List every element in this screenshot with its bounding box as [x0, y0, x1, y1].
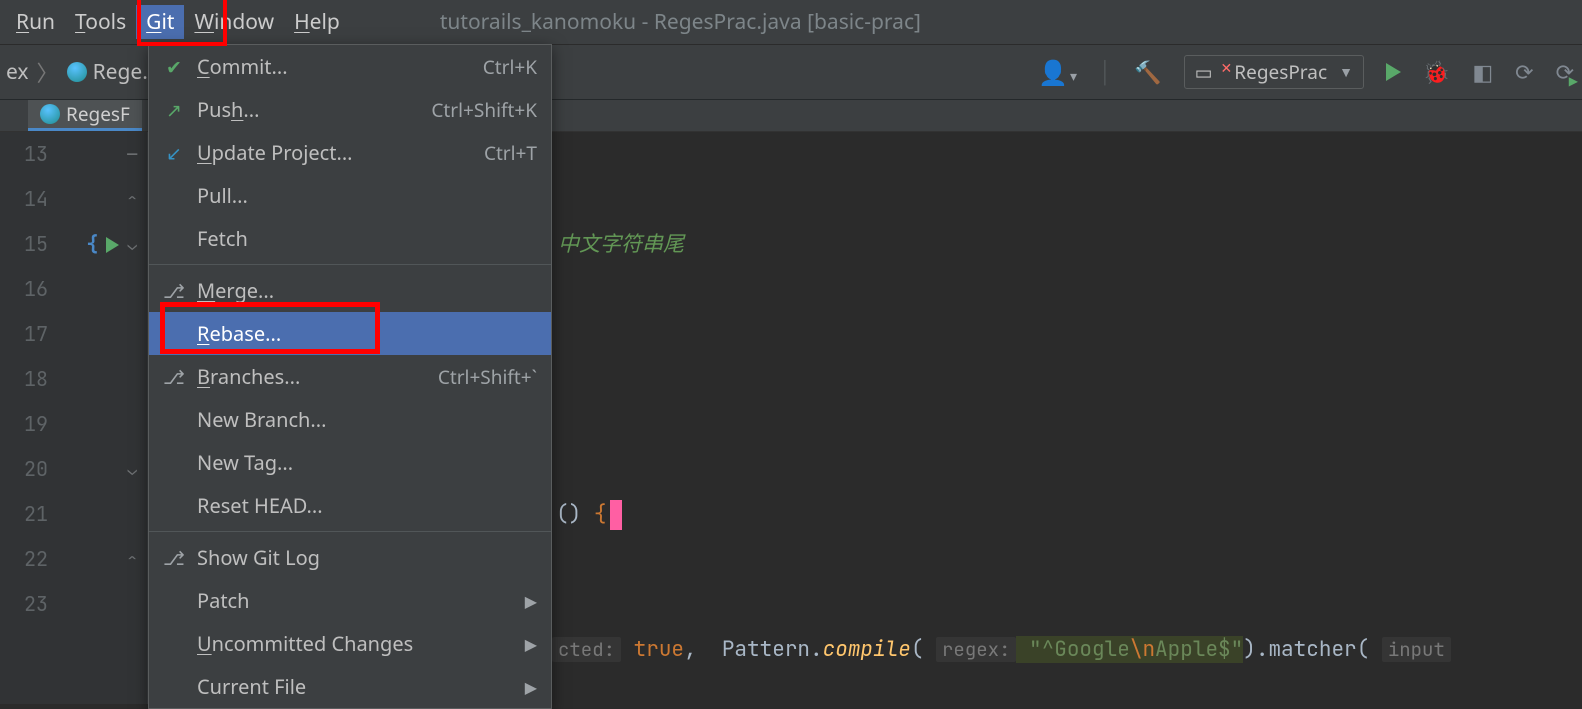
run-config-name: RegesPrac: [1234, 59, 1327, 85]
gutter-row[interactable]: 23: [0, 582, 147, 627]
push-arrow-icon: ↗: [163, 97, 185, 123]
gutter-row[interactable]: 13─: [0, 132, 147, 177]
gutter-row[interactable]: 19: [0, 402, 147, 447]
menu-label: Fetch: [197, 225, 537, 252]
tab-label: RegesF: [66, 101, 130, 127]
menu-run[interactable]: RRunun: [6, 5, 65, 39]
menu-item-patch[interactable]: Patch ▶: [149, 579, 551, 622]
toolbar-buttons: 👤▾ │ 🔨 ▭✕ RegesPrac ▼ 🐞 ◧ ⟳ ⟳▶: [1038, 45, 1574, 99]
editor-gutter: 13─ 14⌃ 15{⌄ 16 17 18 19 20⌄ 21 22⌃ 23: [0, 132, 148, 704]
run-targets-icon[interactable]: ⟳▶: [1556, 57, 1574, 87]
menu-label: Branches...: [197, 363, 426, 390]
menu-item-fetch[interactable]: Fetch: [149, 217, 551, 260]
param-hint: cted:: [552, 637, 621, 662]
menu-item-pull[interactable]: Pull...: [149, 174, 551, 217]
gutter-row[interactable]: 20⌄: [0, 447, 147, 492]
menubar: RRunun ToolsTools GitGit WindowWindow He…: [0, 0, 1582, 44]
menu-help[interactable]: HelpHelp: [284, 5, 350, 39]
update-arrow-icon: ↙: [163, 140, 185, 166]
menu-label: New Branch...: [197, 406, 537, 433]
shortcut: Ctrl+Shift+`: [438, 364, 537, 390]
menu-item-merge[interactable]: ⎇ Merge... Merge...: [149, 269, 551, 312]
menu-item-push[interactable]: ↗ Push... Ctrl+Shift+K Push...: [149, 88, 551, 131]
debug-icon[interactable]: 🐞: [1423, 57, 1450, 87]
window-title: tutorails_kanomoku - RegesPrac.java [bas…: [440, 8, 921, 36]
submenu-arrow-icon: ▶: [525, 633, 537, 655]
submenu-arrow-icon: ▶: [525, 676, 537, 698]
breadcrumb: ex 〉 Rege...: [0, 56, 159, 88]
build-icon[interactable]: 🔨: [1134, 57, 1161, 87]
run-configuration-selector[interactable]: ▭✕ RegesPrac ▼: [1184, 55, 1364, 89]
shortcut: Ctrl+K: [483, 54, 537, 80]
chevron-right-icon: 〉: [37, 56, 59, 88]
run-gutter-icon: [106, 237, 119, 253]
menu-git[interactable]: GitGit: [136, 5, 184, 39]
check-icon: ✔: [163, 54, 185, 80]
menu-label: Commit...: [197, 53, 471, 80]
gutter-row[interactable]: 14⌃: [0, 177, 147, 222]
gutter-row[interactable]: 16: [0, 267, 147, 312]
menu-label: Reset HEAD...: [197, 492, 537, 519]
chevron-down-icon: ▼: [1339, 63, 1353, 82]
run-config-icon: ▭✕: [1195, 59, 1225, 85]
menu-label: Pull...: [197, 182, 537, 209]
menu-item-commit[interactable]: ✔ Commit... Ctrl+K Commit...: [149, 45, 551, 88]
submenu-arrow-icon: ▶: [525, 590, 537, 612]
merge-icon: ⎇: [163, 278, 185, 304]
menu-item-show-git-log[interactable]: ⎇ Show Git Log: [149, 536, 551, 579]
shortcut: Ctrl+T: [484, 140, 537, 166]
menu-label: Rebase...: [197, 320, 537, 347]
gutter-row[interactable]: 22⌃: [0, 537, 147, 582]
param-hint: regex:: [936, 637, 1016, 662]
breadcrumb-item[interactable]: Rege...: [67, 58, 160, 86]
breadcrumb-item[interactable]: ex: [6, 58, 29, 86]
menu-item-new-branch[interactable]: New Branch...: [149, 398, 551, 441]
editor-tab-active[interactable]: RegesF: [28, 99, 142, 131]
gutter-row[interactable]: 17: [0, 312, 147, 357]
menu-label: Patch: [197, 587, 513, 614]
gutter-row[interactable]: 15{⌄: [0, 222, 147, 267]
param-hint: input: [1382, 637, 1451, 662]
coverage-icon[interactable]: ◧: [1472, 57, 1493, 87]
gutter-row[interactable]: 18: [0, 357, 147, 402]
menu-label: Update Project...: [197, 139, 472, 166]
class-icon: [40, 104, 60, 124]
branch-icon: ⎇: [163, 545, 185, 571]
text-cursor: [610, 500, 622, 530]
menu-item-branches[interactable]: ⎇ Branches... Ctrl+Shift+` Branches...: [149, 355, 551, 398]
menu-separator: [149, 531, 551, 532]
menu-separator: [149, 264, 551, 265]
menu-window[interactable]: WindowWindow: [184, 5, 284, 39]
menu-label: New Tag...: [197, 449, 537, 476]
menu-tools[interactable]: ToolsTools: [65, 5, 136, 39]
run-icon[interactable]: [1386, 63, 1401, 81]
menu-item-uncommitted-changes[interactable]: Uncommitted Changes Uncommitted Changes …: [149, 622, 551, 665]
code-comment: 中文字符串尾: [558, 231, 684, 258]
class-icon: [67, 62, 87, 82]
menu-label: Merge...: [197, 277, 537, 304]
menu-item-new-tag[interactable]: New Tag...: [149, 441, 551, 484]
profiler-icon[interactable]: ⟳: [1515, 57, 1533, 87]
menu-label: Current File: [197, 673, 513, 700]
menu-label: Push...: [197, 96, 419, 123]
shortcut: Ctrl+Shift+K: [431, 97, 537, 123]
user-icon[interactable]: 👤▾: [1038, 56, 1077, 89]
menu-item-current-file[interactable]: Current File ▶: [149, 665, 551, 708]
menu-item-rebase[interactable]: Rebase... Rebase...: [149, 312, 551, 355]
menu-label: Uncommitted Changes: [197, 630, 513, 657]
menu-item-update-project[interactable]: ↙ Update Project... Ctrl+T Update Projec…: [149, 131, 551, 174]
menu-item-reset-head[interactable]: Reset HEAD...: [149, 484, 551, 527]
menu-label: Show Git Log: [197, 544, 537, 571]
git-menu-dropdown: ✔ Commit... Ctrl+K Commit... ↗ Push... C…: [148, 44, 552, 709]
gutter-row[interactable]: 21: [0, 492, 147, 537]
branch-icon: ⎇: [163, 364, 185, 390]
